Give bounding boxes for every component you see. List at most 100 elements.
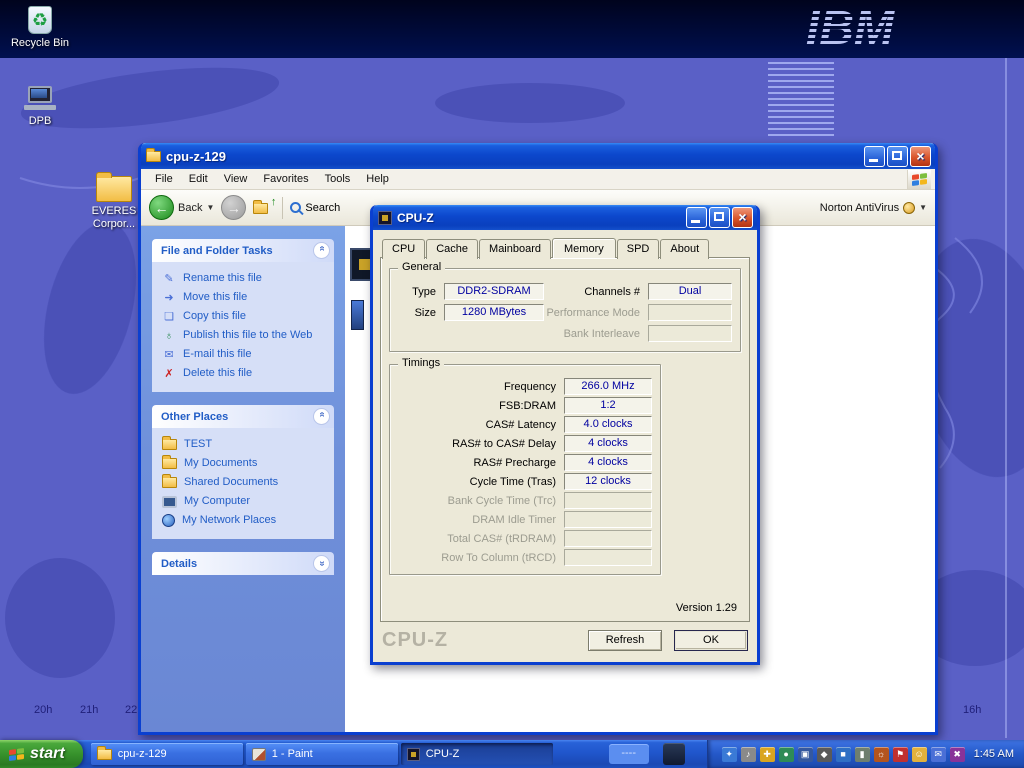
language-indicator-icon[interactable] [663,743,685,765]
timing-value [564,492,652,509]
messenger-icon[interactable]: ✦ [722,747,737,762]
minimize-button[interactable] [686,207,707,228]
tab[interactable]: About [660,239,709,259]
place-link[interactable]: Shared Documents [162,473,328,492]
security-icon[interactable]: ✖ [950,747,965,762]
norton-antivirus-control[interactable]: Norton AntiVirus ▼ [820,202,927,214]
timing-label: RAS# Precharge [398,457,564,469]
task-label: Publish this file to the Web [183,329,312,342]
timing-label: DRAM Idle Timer [398,514,564,526]
volume-icon[interactable]: ♪ [741,747,756,762]
maximize-button[interactable] [709,207,730,228]
place-link[interactable]: My Computer [162,492,328,511]
timings-group: Timings Frequency 266.0 MHz FSB:DRAM 1:2 [389,364,661,575]
task-link[interactable]: ➜ Move this file [162,288,328,307]
up-button[interactable]: ↑ [253,199,275,217]
explorer-title-bar[interactable]: cpu-z-129 × [141,143,935,169]
icon-label: DPB [2,115,78,128]
type-label: Type [398,286,444,298]
search-button[interactable]: Search [290,202,340,214]
search-icon [290,202,301,213]
place-link[interactable]: My Documents [162,454,328,473]
taskbar-task[interactable]: cpu-z-129 [91,743,243,765]
timing-value [564,530,652,547]
refresh-button[interactable]: Refresh [588,630,662,651]
cpuz-window: CPU-Z × CPUCacheMainboardMemorySPDAbout … [370,205,760,665]
timezone-label: 21h [80,704,98,716]
expand-chevron-icon[interactable]: » [313,555,330,572]
task-link[interactable]: ❏ Copy this file [162,307,328,326]
timing-value: 1:2 [564,397,652,414]
tab[interactable]: Memory [552,238,616,258]
tab[interactable]: Cache [426,239,478,259]
cpuz-title-bar[interactable]: CPU-Z × [373,205,757,230]
place-link[interactable]: My Network Places [162,511,328,530]
network-icon[interactable]: ▣ [798,747,813,762]
collapse-chevron-icon[interactable]: » [313,408,330,425]
display-icon[interactable]: ■ [836,747,851,762]
desktop-icon-recycle-bin[interactable]: ♻ Recycle Bin [2,6,78,50]
collapse-chevron-icon[interactable]: » [313,242,330,259]
timing-row: Cycle Time (Tras) 12 clocks [398,472,652,491]
performance-mode-label: Performance Mode [544,307,648,319]
usb-icon[interactable]: ◆ [817,747,832,762]
taskbar-task[interactable]: 1 - Paint [246,743,398,765]
update-icon[interactable]: ● [779,747,794,762]
desktop: IBM 20h21h22h15h16h ♻ Recycle Bin DPB EV… [0,0,1024,768]
task-icon: ✎ [162,272,176,285]
details-header[interactable]: Details » [152,552,334,575]
menu-item[interactable]: Help [358,171,397,187]
maximize-button[interactable] [887,146,908,167]
close-button[interactable]: × [732,207,753,228]
file-icon[interactable] [351,300,364,330]
close-button[interactable]: × [910,146,931,167]
menu-item[interactable]: Favorites [255,171,316,187]
menu-item[interactable]: Tools [317,171,359,187]
tab[interactable]: SPD [617,239,660,259]
timing-label: FSB:DRAM [398,400,564,412]
battery-icon[interactable]: ▮ [855,747,870,762]
recycle-bin-icon: ♻ [28,6,52,34]
forward-button[interactable]: → [221,195,246,220]
taskbar-task[interactable]: CPU-Z [401,743,553,765]
memory-tab-panel: General Type DDR2-SDRAM Channels # Dual … [380,257,750,622]
timing-label: Row To Column (tRCD) [398,552,564,564]
place-label: TEST [184,438,212,451]
tab[interactable]: Mainboard [479,239,551,259]
other-places-header[interactable]: Other Places » [152,405,334,428]
taskbar-toolbar-handle[interactable]: ---- [609,744,649,764]
task-label: Copy this file [183,310,246,323]
task-link[interactable]: ♁ Publish this file to the Web [162,326,328,345]
firewall-icon[interactable]: ⚑ [893,747,908,762]
wireless-icon[interactable]: ☼ [874,747,889,762]
paint-icon [252,748,266,761]
tab[interactable]: CPU [382,239,425,259]
window-folder-icon [146,151,161,162]
desktop-icon-dpb[interactable]: DPB [2,86,78,128]
timing-label: Bank Cycle Time (Trc) [398,495,564,507]
place-link[interactable]: TEST [162,435,328,454]
back-arrow-icon: ← [149,195,174,220]
desktop-top-band: IBM [0,0,1024,58]
task-icon: ✗ [162,367,176,380]
task-link[interactable]: ✎ Rename this file [162,269,328,288]
task-label: CPU-Z [426,748,460,760]
mail-icon[interactable]: ✉ [931,747,946,762]
task-link[interactable]: ✗ Delete this file [162,364,328,383]
menu-item[interactable]: File [147,171,181,187]
task-label: Move this file [183,291,247,304]
start-button[interactable]: start [0,740,83,768]
task-buttons: cpu-z-129 1 - Paint CPU-Z [91,740,553,768]
antivirus-icon[interactable]: ✚ [760,747,775,762]
back-button[interactable]: ← Back ▼ [149,195,214,220]
menu-item[interactable]: Edit [181,171,216,187]
ok-button[interactable]: OK [674,630,748,651]
timing-label: CAS# Latency [398,419,564,431]
folder-icon [162,439,177,450]
file-tasks-header[interactable]: File and Folder Tasks » [152,239,334,262]
menu-item[interactable]: View [216,171,256,187]
task-link[interactable]: ✉ E-mail this file [162,345,328,364]
timing-label: Total CAS# (tRDRAM) [398,533,564,545]
minimize-button[interactable] [864,146,885,167]
im-icon[interactable]: ☺ [912,747,927,762]
